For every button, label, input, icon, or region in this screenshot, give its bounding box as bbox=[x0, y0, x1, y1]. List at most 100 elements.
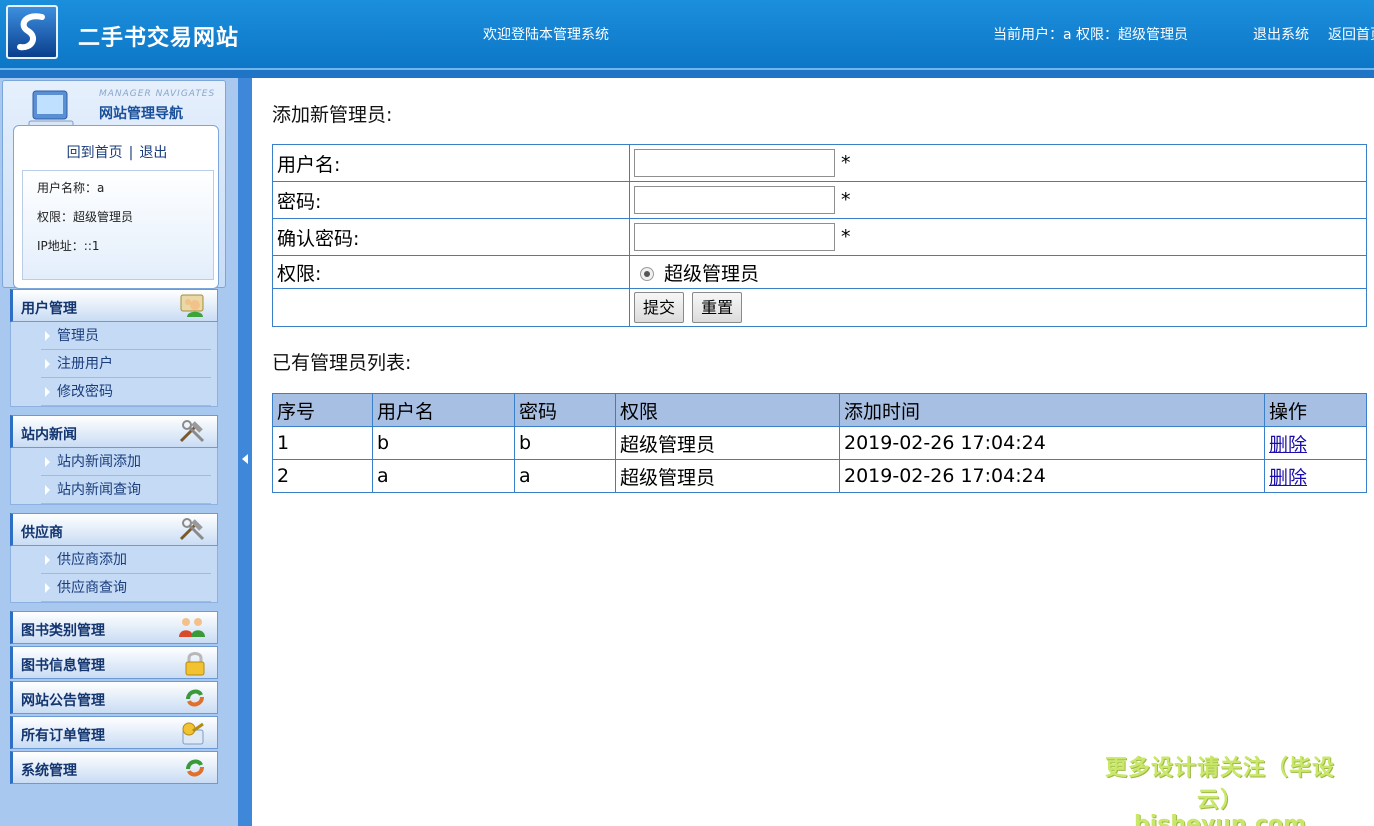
user-info-box: 用户名称：a 权限：超级管理员 IP地址：::1 bbox=[22, 170, 214, 280]
menu-header-system[interactable]: 系统管理 bbox=[10, 751, 218, 784]
sidebar-splitter[interactable] bbox=[238, 78, 252, 826]
submit-button[interactable]: 提交 bbox=[634, 292, 685, 323]
nav-header-panel: MANAGER NAVIGATES 网站管理导航 回到首页 | 退出 用户名称：a … bbox=[2, 80, 226, 289]
menu-header-orders[interactable]: 所有订单管理 bbox=[10, 716, 218, 749]
cell-permission: 超级管理员 bbox=[615, 426, 840, 460]
username-label: 用户名: bbox=[272, 144, 630, 182]
user-permission-text: 权限：超级管理员 bbox=[37, 210, 134, 224]
add-admin-form: 用户名: * 密码: * 确认密码: * 权限: 超级管理员 提交 重置 bbox=[272, 144, 1367, 327]
col-header-username: 用户名 bbox=[372, 393, 515, 427]
form-row-confirm: 确认密码: * bbox=[272, 218, 1367, 256]
site-logo bbox=[6, 5, 58, 59]
menu-header-label: 图书信息管理 bbox=[21, 658, 105, 674]
menu-header-label: 所有订单管理 bbox=[21, 728, 105, 744]
menu-header-book-category[interactable]: 图书类别管理 bbox=[10, 611, 218, 644]
password-input[interactable] bbox=[634, 186, 835, 214]
menu-item-label: 站内新闻添加 bbox=[57, 454, 141, 470]
cell-password: a bbox=[514, 459, 616, 493]
menu-item-registered-users[interactable]: 注册用户 bbox=[41, 350, 211, 378]
menu-item-news-add[interactable]: 站内新闻添加 bbox=[41, 448, 211, 476]
delete-link[interactable]: 删除 bbox=[1269, 467, 1307, 489]
menu-item-change-password[interactable]: 修改密码 bbox=[41, 378, 211, 406]
menu-group-supplier: 供应商 供应商添加 供应商查询 bbox=[10, 513, 218, 603]
tools-icon bbox=[179, 420, 205, 443]
menu-header-label: 供应商 bbox=[21, 525, 63, 541]
cell-id: 2 bbox=[272, 459, 373, 493]
add-admin-title: 添加新管理员: bbox=[272, 104, 393, 126]
cell-action: 删除 bbox=[1264, 426, 1367, 460]
watermark-line1: 更多设计请关注（毕设云） bbox=[1104, 756, 1335, 813]
confirm-password-input[interactable] bbox=[634, 223, 835, 251]
menu-group-user: 用户管理 管理员 注册用户 修改密码 bbox=[10, 289, 218, 407]
refresh-icon bbox=[186, 759, 204, 777]
username-input[interactable] bbox=[634, 149, 835, 177]
nav-title: 网站管理导航 bbox=[99, 106, 183, 122]
menu-header-book-info[interactable]: 图书信息管理 bbox=[10, 646, 218, 679]
triangle-right-icon bbox=[45, 583, 50, 593]
required-mark: * bbox=[841, 189, 851, 211]
menu-item-label: 供应商查询 bbox=[57, 580, 127, 596]
buttons-cell: 提交 重置 bbox=[629, 288, 1367, 327]
menu-items-supplier: 供应商添加 供应商查询 bbox=[10, 546, 218, 603]
current-user-info: 当前用户：a 权限：超级管理员 bbox=[993, 27, 1189, 43]
triangle-right-icon bbox=[45, 457, 50, 467]
welcome-text: 欢迎登陆本管理系统 bbox=[483, 27, 609, 43]
empty-cell bbox=[272, 288, 630, 327]
cell-time: 2019-02-26 17:04:24 bbox=[839, 426, 1265, 460]
menu-header-label: 图书类别管理 bbox=[21, 623, 105, 639]
menu-header-label: 系统管理 bbox=[21, 763, 77, 779]
nav-separator: | bbox=[128, 145, 134, 161]
col-header-id: 序号 bbox=[272, 393, 373, 427]
logo-icon bbox=[17, 13, 45, 51]
user-name-text: 用户名称：a bbox=[37, 181, 105, 195]
menu-group-system: 系统管理 bbox=[10, 751, 218, 784]
menu-group-announcement: 网站公告管理 bbox=[10, 681, 218, 714]
menu-items-user: 管理员 注册用户 修改密码 bbox=[10, 322, 218, 407]
watermark: 更多设计请关注（毕设云） bisheyun.com bbox=[1090, 750, 1350, 826]
menu-header-user-management[interactable]: 用户管理 bbox=[10, 289, 218, 322]
collapse-arrow-icon[interactable] bbox=[242, 454, 248, 464]
required-mark: * bbox=[841, 226, 851, 248]
confirm-cell: * bbox=[629, 218, 1367, 256]
menu-group-book-category: 图书类别管理 bbox=[10, 611, 218, 644]
home-link[interactable]: 返回首页 bbox=[1328, 24, 1374, 44]
nav-home-link[interactable]: 回到首页 bbox=[67, 145, 123, 161]
logout-link[interactable]: 退出系统 bbox=[1253, 24, 1309, 44]
admin-list-title: 已有管理员列表: bbox=[272, 352, 412, 374]
menu-item-label: 注册用户 bbox=[57, 356, 113, 372]
menu-group-orders: 所有订单管理 bbox=[10, 716, 218, 749]
triangle-right-icon bbox=[45, 359, 50, 369]
permission-cell: 超级管理员 bbox=[629, 255, 1367, 289]
menu-header-announcement[interactable]: 网站公告管理 bbox=[10, 681, 218, 714]
nav-links: 回到首页 | 退出 bbox=[14, 142, 220, 162]
col-header-action: 操作 bbox=[1264, 393, 1367, 427]
menu-item-supplier-add[interactable]: 供应商添加 bbox=[41, 546, 211, 574]
table-row: 1 b b 超级管理员 2019-02-26 17:04:24 删除 bbox=[272, 426, 1367, 460]
cell-permission: 超级管理员 bbox=[615, 459, 840, 493]
reset-button[interactable]: 重置 bbox=[692, 292, 743, 323]
menu-item-supplier-query[interactable]: 供应商查询 bbox=[41, 574, 211, 602]
triangle-right-icon bbox=[45, 555, 50, 565]
top-header: 二手书交易网站 欢迎登陆本管理系统 当前用户：a 权限：超级管理员 退出系统 返… bbox=[0, 0, 1374, 78]
nav-english-title: MANAGER NAVIGATES bbox=[99, 89, 216, 99]
password-label: 密码: bbox=[272, 181, 630, 219]
confirm-password-label: 确认密码: bbox=[272, 218, 630, 256]
tools-icon bbox=[179, 518, 205, 541]
cell-username: a bbox=[372, 459, 515, 493]
menu-header-supplier[interactable]: 供应商 bbox=[10, 513, 218, 546]
delete-link[interactable]: 删除 bbox=[1269, 434, 1307, 456]
menu-item-label: 站内新闻查询 bbox=[57, 482, 141, 498]
permission-radio[interactable] bbox=[640, 267, 654, 281]
cell-time: 2019-02-26 17:04:24 bbox=[839, 459, 1265, 493]
table-header-row: 序号 用户名 密码 权限 添加时间 操作 bbox=[272, 393, 1367, 427]
menu-header-label: 网站公告管理 bbox=[21, 693, 105, 709]
cell-id: 1 bbox=[272, 426, 373, 460]
menu-item-admin[interactable]: 管理员 bbox=[41, 322, 211, 350]
key-icon bbox=[182, 722, 204, 745]
menu-header-site-news[interactable]: 站内新闻 bbox=[10, 415, 218, 448]
menu-item-news-query[interactable]: 站内新闻查询 bbox=[41, 476, 211, 504]
triangle-right-icon bbox=[45, 331, 50, 341]
username-cell: * bbox=[629, 144, 1367, 182]
main-content: 添加新管理员: 用户名: * 密码: * 确认密码: * 权限: 超级管理员 提… bbox=[252, 78, 1374, 826]
nav-exit-link[interactable]: 退出 bbox=[139, 145, 167, 161]
